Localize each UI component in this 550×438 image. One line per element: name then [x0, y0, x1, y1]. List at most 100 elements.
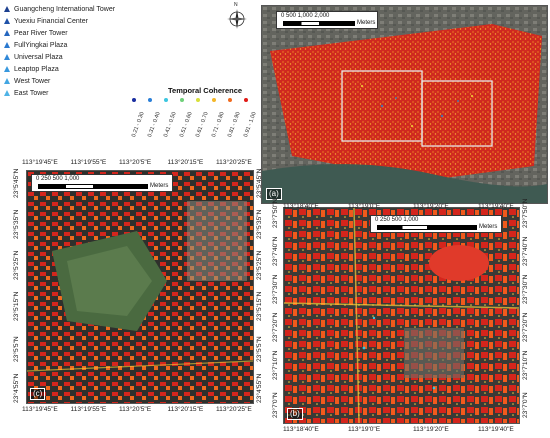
latitude-label: 23°5'25"N — [256, 250, 263, 280]
longitude-label: 113°19'40"E — [478, 203, 514, 210]
legend-item: East Tower — [4, 88, 49, 99]
latitude-label: 23°5'45"N — [13, 168, 20, 198]
latitude-label: 23°5'5"N — [256, 336, 263, 362]
longitude-label: 113°19'0"E — [348, 426, 381, 433]
coherence-class-label: 0.71 - 0.80 — [211, 111, 226, 139]
coherence-class-label: 0.81 - 0.90 — [227, 111, 242, 139]
longitude-label: 113°19'20"E — [413, 203, 449, 210]
coherence-class-label: 0.61 - 0.70 — [195, 111, 210, 139]
triangle-icon — [4, 54, 10, 61]
coherence-class-label: 0.31 - 0.40 — [147, 111, 162, 139]
legend-label: Pear River Tower — [14, 30, 68, 37]
latitude-label: 23°5'35"N — [13, 209, 20, 239]
legend-item: Leaptop Plaza — [4, 64, 59, 75]
latitude-label: 23°7'40"N — [522, 236, 529, 266]
detail-map-c-panel: 0 250 500 1,000 Meters (c) — [26, 170, 254, 404]
detail-map-c-image — [27, 171, 253, 403]
triangle-icon — [4, 6, 10, 13]
latitude-label: 23°7'50"N — [272, 198, 279, 228]
legend-item: Universal Plaza — [4, 52, 63, 63]
longitude-label: 113°19'55"E — [70, 406, 107, 413]
latitude-label: 23°7'0"N — [522, 392, 529, 418]
latitude-label: 23°5'15"N — [256, 291, 263, 321]
longitude-label: 113°18'40"E — [283, 426, 319, 433]
longitude-label: 113°19'20"E — [413, 426, 449, 433]
coherence-swatch — [132, 98, 136, 102]
scale-bar-graphic — [377, 225, 477, 230]
coherence-swatch — [164, 98, 168, 102]
triangle-icon — [4, 42, 10, 49]
latitude-label: 23°7'30"N — [522, 274, 529, 304]
latitude-label: 23°5'25"N — [13, 250, 20, 280]
legend-label: Leaptop Plaza — [14, 66, 59, 73]
scale-unit: Meters — [479, 224, 498, 230]
longitude-label: 113°19'45"E — [22, 406, 58, 413]
legend-label: West Tower — [14, 78, 51, 85]
latitude-label: 23°7'50"N — [522, 198, 529, 228]
legend-label: FullYingkai Plaza — [14, 42, 68, 49]
triangle-icon — [4, 78, 10, 85]
scale-bar-graphic — [283, 21, 355, 26]
coherence-swatch — [180, 98, 184, 102]
coherence-class-label: 0.41 - 0.50 — [163, 111, 178, 139]
latitude-label: 23°4'55"N — [256, 373, 263, 403]
scale-ticks: 0 500 1,000 2,000 — [281, 13, 330, 19]
scale-ticks: 0 250 500 1,000 — [36, 176, 80, 182]
longitude-label: 113°19'40"E — [478, 426, 514, 433]
legend-item: Yuexiu Financial Center — [4, 16, 88, 27]
compass-north-label: N — [234, 2, 238, 8]
triangle-icon — [4, 30, 10, 37]
triangle-icon — [4, 18, 10, 25]
longitude-label: 113°20'25"E — [216, 159, 252, 166]
longitude-label: 113°20'5"E — [119, 406, 152, 413]
coherence-class-label: 0.91 - 1.00 — [243, 111, 258, 139]
scale-unit: Meters — [150, 183, 169, 189]
longitude-label: 113°18'40"E — [283, 203, 319, 210]
legend-label: Guangcheng International Tower — [14, 6, 116, 13]
coherence-swatch — [212, 98, 216, 102]
legend-label: East Tower — [14, 90, 49, 97]
coherence-swatch — [148, 98, 152, 102]
coherence-swatch — [228, 98, 232, 102]
latitude-label: 23°7'20"N — [272, 312, 279, 342]
coherence-class-label: 0.51 - 0.60 — [179, 111, 194, 139]
latitude-label: 23°7'10"N — [522, 350, 529, 380]
coherence-legend: 0.21 - 0.30 0.31 - 0.40 0.41 - 0.50 0.51 - … — [124, 98, 264, 138]
detail-map-b-image — [284, 208, 519, 423]
legend-label: Yuexiu Financial Center — [14, 18, 88, 25]
scale-bar-graphic — [38, 184, 148, 189]
legend-item: Pear River Tower — [4, 28, 68, 39]
coherence-swatch — [244, 98, 248, 102]
longitude-label: 113°20'5"E — [119, 159, 152, 166]
latitude-label: 23°7'30"N — [272, 274, 279, 304]
longitude-label: 113°20'25"E — [216, 406, 252, 413]
latitude-label: 23°7'0"N — [272, 392, 279, 418]
scale-bar: 0 250 500 1,000 Meters — [31, 174, 173, 192]
scale-bar: 0 500 1,000 2,000 Meters — [276, 11, 378, 29]
triangle-icon — [4, 66, 10, 73]
coherence-class-label: 0.21 - 0.30 — [131, 111, 146, 139]
latitude-label: 23°5'5"N — [13, 336, 20, 362]
compass-rose-icon — [227, 9, 247, 29]
longitude-label: 113°19'45"E — [22, 159, 58, 166]
overview-map-image — [262, 6, 547, 203]
overview-map-panel: 0 500 1,000 2,000 Meters (a) — [261, 5, 548, 204]
coherence-title: Temporal Coherence — [168, 86, 243, 95]
legend-item: West Tower — [4, 76, 50, 87]
panel-tag: (c) — [30, 388, 46, 400]
longitude-label: 113°19'55"E — [70, 159, 107, 166]
detail-map-b-panel: 0 250 500 1,000 Meters (b) — [283, 207, 520, 424]
triangle-icon — [4, 90, 10, 97]
longitude-label: 113°20'15"E — [167, 406, 204, 413]
scale-ticks: 0 250 500 1,000 — [375, 217, 419, 223]
scale-unit: Meters — [357, 20, 376, 26]
latitude-label: 23°7'20"N — [522, 312, 529, 342]
latitude-label: 23°4'55"N — [13, 373, 20, 403]
latitude-label: 23°5'15"N — [13, 291, 20, 321]
panel-tag: (b) — [287, 408, 303, 420]
longitude-label: 113°19'0"E — [348, 203, 381, 210]
latitude-label: 23°5'45"N — [256, 168, 263, 198]
legend-item: FullYingkai Plaza — [4, 40, 67, 51]
legend-label: Universal Plaza — [14, 54, 63, 61]
latitude-label: 23°7'10"N — [272, 350, 279, 380]
